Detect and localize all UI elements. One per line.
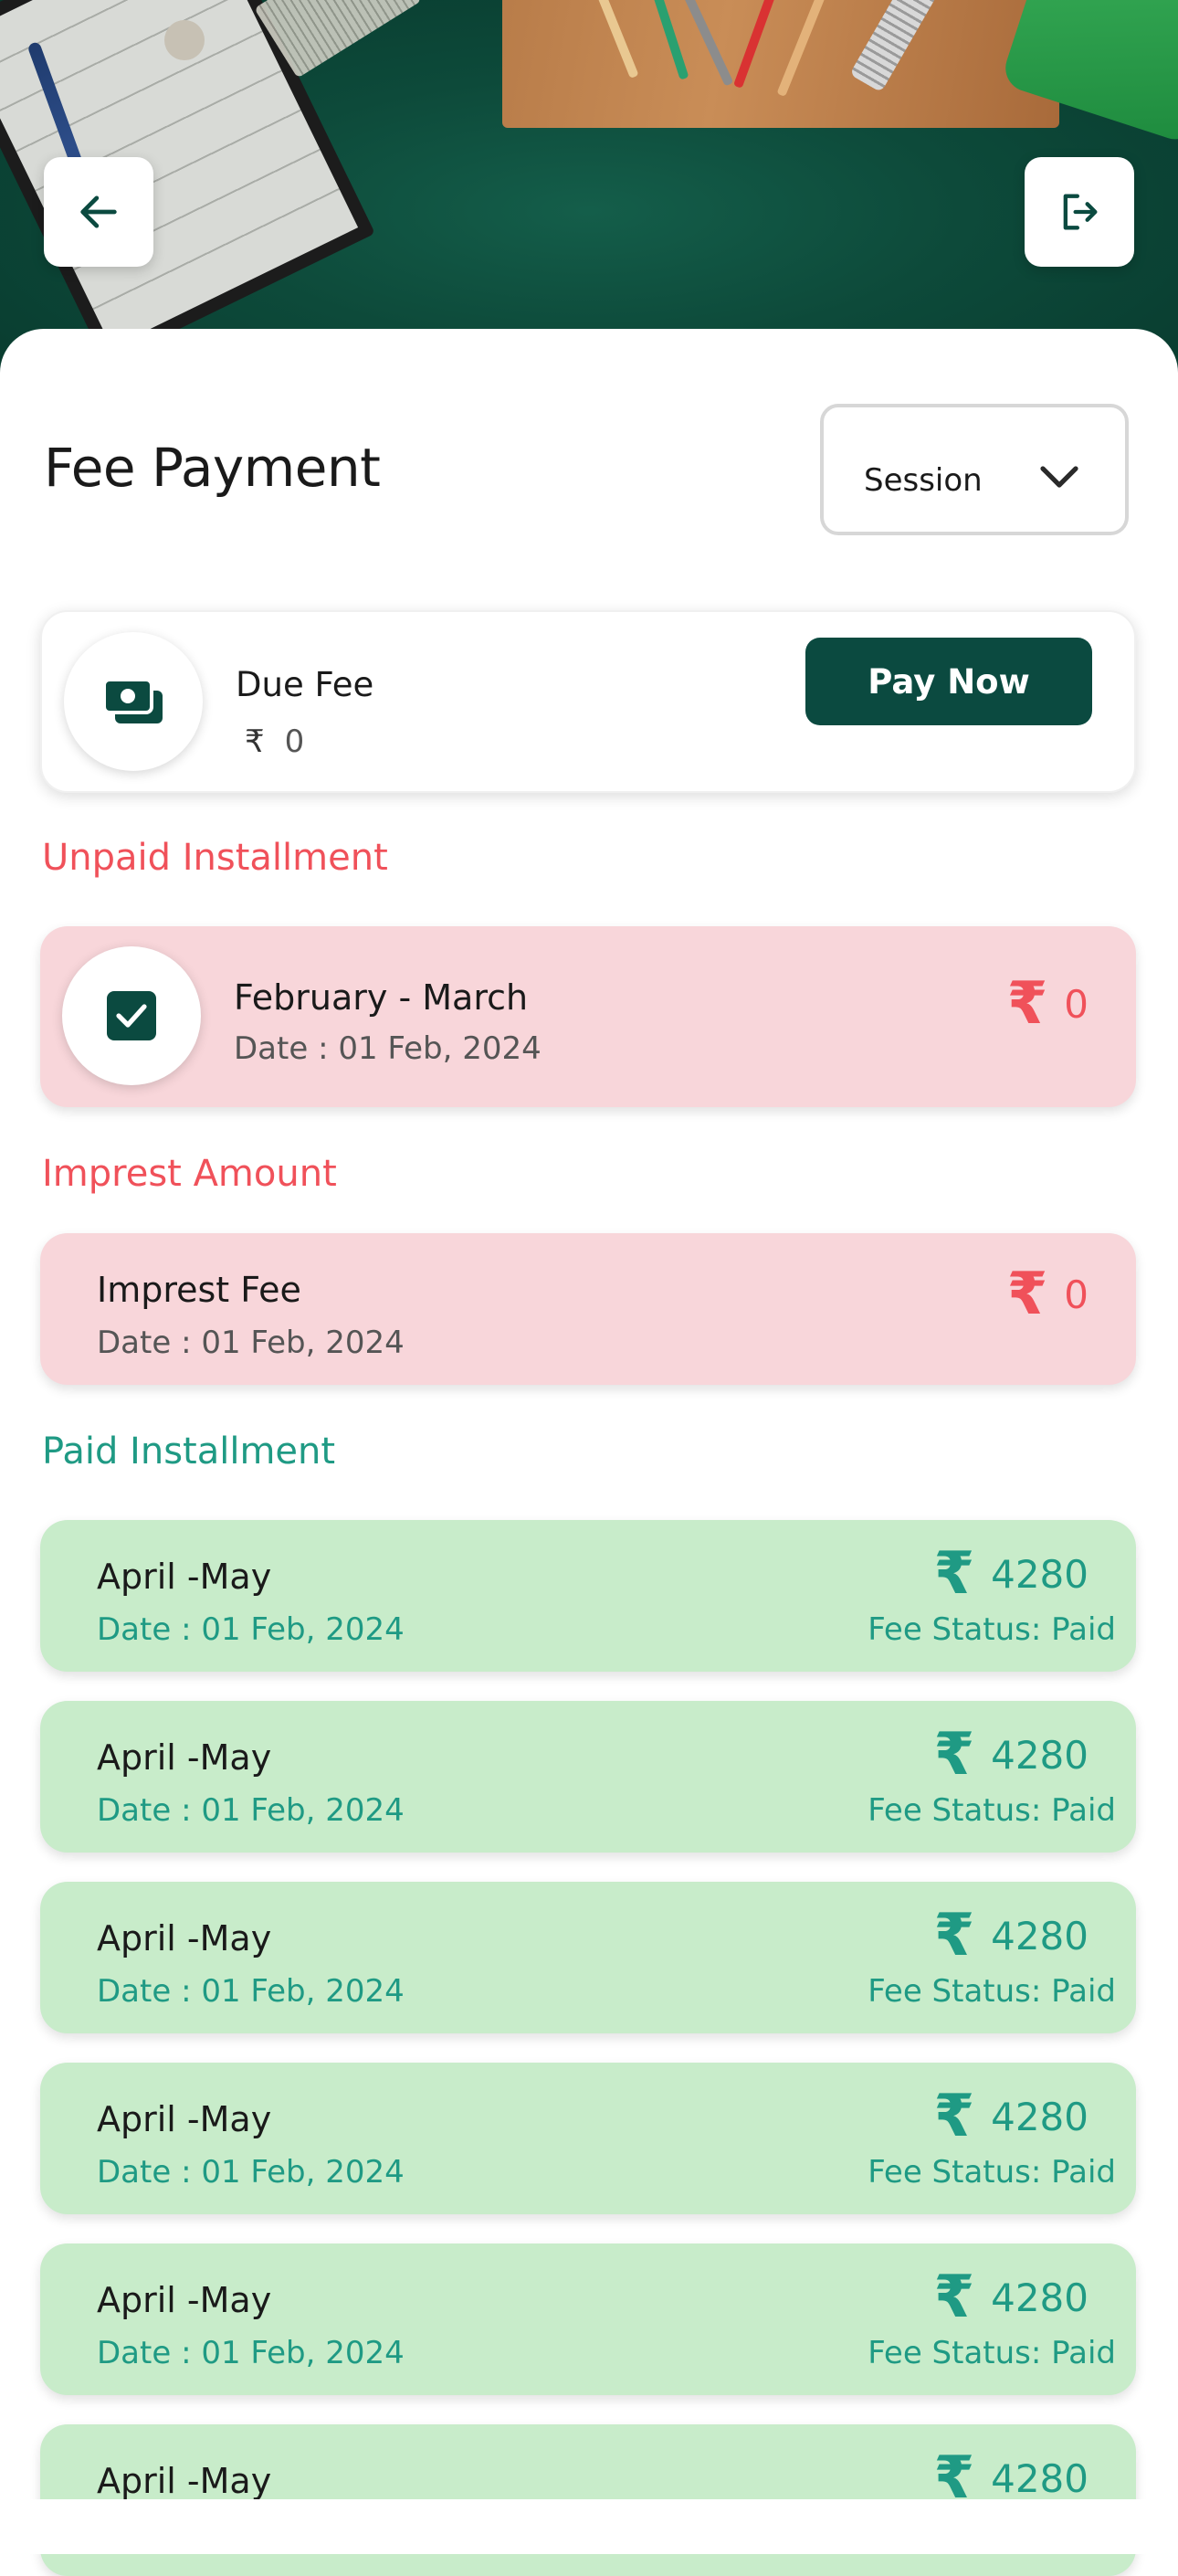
amount-value: 4280	[991, 1551, 1089, 1597]
fee-status: Fee Status: Paid	[868, 2335, 1116, 2371]
installment-date: Date : 01 Feb, 2024	[234, 1030, 542, 1067]
installment-title: April -May	[97, 1557, 272, 1597]
paid-installment-card: April -May Date : 01 Feb, 2024 ₹ 4280 Fe…	[40, 1701, 1136, 1853]
amount-value: 0	[1064, 1272, 1089, 1317]
pay-now-button[interactable]: Pay Now	[805, 638, 1092, 725]
unpaid-installment-heading: Unpaid Installment	[42, 837, 388, 879]
checkbox-checked[interactable]	[107, 991, 156, 1040]
due-fee-amount: ₹0	[245, 723, 304, 760]
fee-status: Fee Status: Paid	[868, 1792, 1116, 1829]
installment-date: Date : 01 Feb, 2024	[97, 1611, 405, 1648]
checkbox-circle[interactable]	[62, 946, 201, 1085]
installment-title: February - March	[234, 977, 529, 1018]
installment-title: April -May	[97, 2099, 272, 2139]
fee-status: Fee Status: Paid	[868, 1611, 1116, 1648]
amount-value: 4280	[991, 1732, 1089, 1778]
back-button[interactable]	[44, 157, 153, 267]
paid-installment-card: April -May Date : 01 Feb, 2024 ₹ 4280 Fe…	[40, 1520, 1136, 1672]
installment-date: Date : 01 Feb, 2024	[97, 1792, 405, 1829]
due-fee-card: Due Fee ₹0 Pay Now	[40, 610, 1136, 793]
rupee-icon: ₹	[1006, 1261, 1048, 1328]
amount-value: 4280	[991, 2455, 1089, 2501]
installment-amount: ₹ 4280	[934, 1902, 1089, 1969]
header-banner-image	[0, 0, 1178, 384]
rupee-icon: ₹	[1006, 970, 1048, 1038]
logout-icon	[1063, 194, 1098, 230]
installment-amount: ₹ 4280	[934, 2264, 1089, 2331]
unpaid-installment-card[interactable]: February - March Date : 01 Feb, 2024 ₹ 0	[40, 926, 1136, 1107]
page-title: Fee Payment	[44, 437, 381, 499]
rupee-icon: ₹	[933, 2264, 975, 2331]
due-fee-label: Due Fee	[236, 665, 374, 704]
installment-amount: ₹ 4280	[934, 2083, 1089, 2150]
paid-installment-card: April -May Date : 01 Feb, 2024 ₹ 4280 Fe…	[40, 1882, 1136, 2033]
imprest-title: Imprest Fee	[97, 1270, 301, 1310]
amount-value: 4280	[991, 2275, 1089, 2320]
installment-title: April -May	[97, 2461, 272, 2501]
installment-amount: ₹ 0	[1007, 970, 1089, 1038]
amount-value: 4280	[991, 1913, 1089, 1958]
chevron-down-icon	[1040, 466, 1078, 488]
amount-value: 4280	[991, 2094, 1089, 2139]
installment-date: Date : 01 Feb, 2024	[97, 1973, 405, 2010]
rupee-icon: ₹	[933, 1540, 975, 1608]
fee-status: Fee Status: Paid	[868, 2154, 1116, 2191]
imprest-amount-heading: Imprest Amount	[42, 1153, 337, 1195]
paid-installment-card: April -May Date : 01 Feb, 2024 ₹ 4280 Fe…	[40, 2063, 1136, 2214]
rupee-icon: ₹	[933, 1902, 975, 1969]
installment-title: April -May	[97, 1918, 272, 1958]
due-fee-icon-circle	[64, 632, 203, 771]
installment-date: Date : 01 Feb, 2024	[97, 2154, 405, 2191]
paid-installment-card: April -May Date : 01 Feb, 2024 ₹ 4280 Fe…	[40, 2243, 1136, 2395]
imprest-amount: ₹ 0	[1007, 1261, 1089, 1328]
rupee-icon: ₹	[933, 2083, 975, 2150]
session-dropdown[interactable]: Session	[820, 404, 1129, 535]
amount-value: 0	[1064, 981, 1089, 1027]
imprest-fee-card: Imprest Fee Date : 01 Feb, 2024 ₹ 0	[40, 1233, 1136, 1385]
check-icon	[116, 1004, 147, 1028]
rupee-icon: ₹	[933, 1721, 975, 1789]
due-fee-value: 0	[284, 723, 305, 760]
installment-date: Date : 01 Feb, 2024	[97, 2335, 405, 2371]
arrow-left-icon	[80, 195, 117, 228]
installment-amount: ₹ 4280	[934, 1721, 1089, 1789]
rupee-icon: ₹	[245, 723, 265, 760]
bottom-fade	[0, 2499, 1178, 2554]
fee-status: Fee Status: Paid	[868, 1973, 1116, 2010]
installment-title: April -May	[97, 1737, 272, 1778]
money-icon	[102, 678, 163, 723]
installment-amount: ₹ 4280	[934, 1540, 1089, 1608]
logout-button[interactable]	[1025, 157, 1134, 267]
installment-title: April -May	[97, 2280, 272, 2320]
session-label: Session	[864, 462, 983, 499]
imprest-date: Date : 01 Feb, 2024	[97, 1325, 405, 1361]
paid-installment-heading: Paid Installment	[42, 1431, 336, 1473]
